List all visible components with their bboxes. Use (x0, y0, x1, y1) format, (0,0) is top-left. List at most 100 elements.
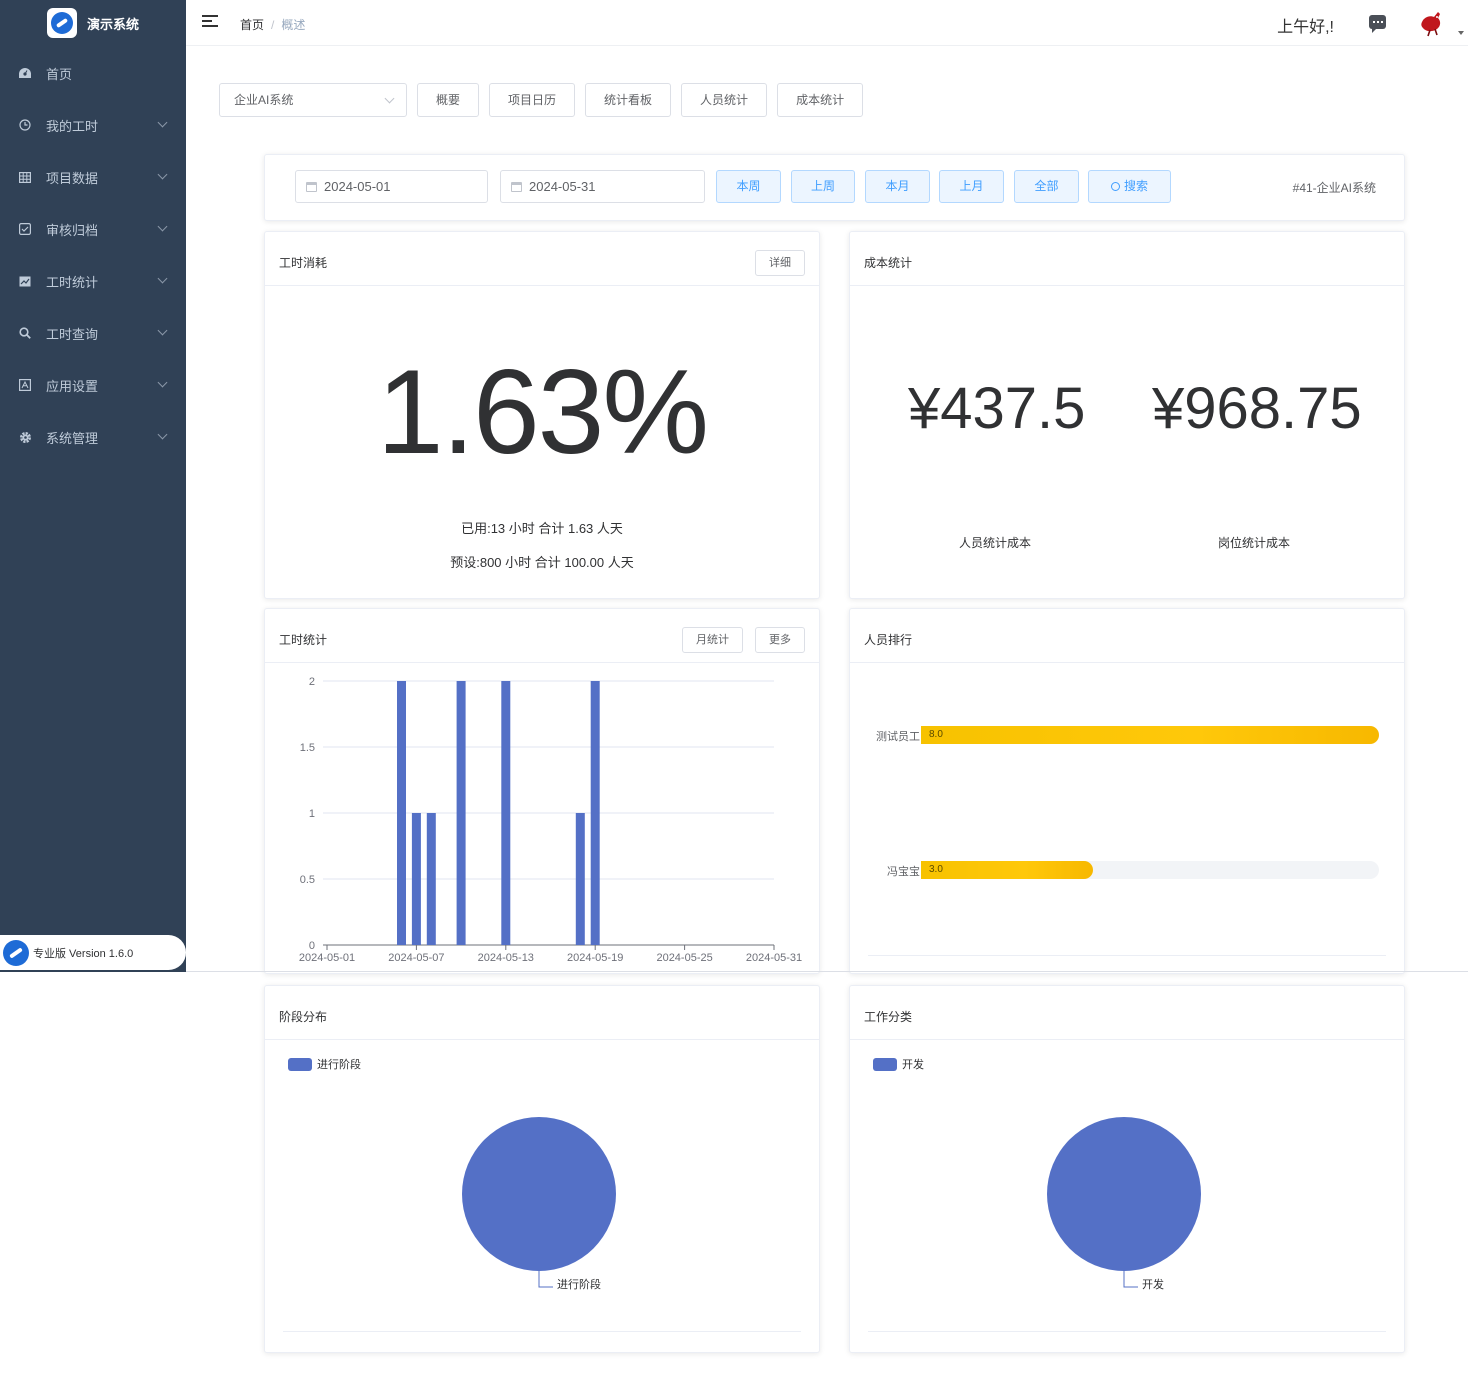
card-header: 人员排行 (850, 609, 1404, 663)
ranking-row: 冯宝宝 3.0 (850, 861, 1404, 879)
table-icon (18, 170, 32, 184)
avatar[interactable] (1416, 8, 1446, 38)
sidebar-item-label: 系统管理 (46, 430, 99, 446)
detail-button[interactable]: 详细 (755, 250, 805, 276)
ranking-row: 测试员工 8.0 (850, 726, 1404, 744)
dashboard-icon (18, 66, 32, 80)
logo-icon (3, 939, 29, 966)
logo-icon (46, 8, 77, 38)
bar (411, 813, 421, 945)
gear-icon (18, 430, 32, 444)
x-tick-label: 2024-05-31 (746, 952, 802, 964)
search-button[interactable]: 搜索 (1088, 170, 1171, 203)
post-cost-value: ¥968.75 (1152, 376, 1362, 441)
caret-down-icon[interactable] (1458, 31, 1464, 35)
sidebar-item-home[interactable]: 首页 (0, 47, 186, 99)
project-select[interactable]: 企业AI系统 (219, 83, 407, 117)
sidebar-item-label: 项目数据 (46, 170, 99, 186)
last-week-button[interactable]: 上周 (791, 170, 855, 203)
card-header: 工作分类 (850, 986, 1404, 1040)
post-cost-label: 岗位统计成本 (1218, 536, 1291, 550)
work-category-card: 工作分类 开发 开发 (849, 985, 1405, 1353)
divider (186, 971, 1468, 972)
chevron-down-icon (157, 377, 168, 388)
planned-hours-text: 预设:800 小时 合计 100.00 人天 (450, 555, 634, 570)
bar (501, 681, 511, 945)
greeting-text: 上午好,! (1277, 19, 1334, 36)
pie-label-line (538, 1271, 553, 1288)
sidebar-item-app-settings[interactable]: 应用设置 (0, 359, 186, 411)
sidebar: 演示系统 首页 我的工时 项目数据 审核归档 工时统计 工时查询 应用设置 系统… (0, 0, 186, 972)
more-button[interactable]: 更多 (755, 627, 805, 653)
bar (397, 681, 406, 945)
person-cost-label: 人员统计成本 (959, 536, 1032, 550)
chart-icon (18, 274, 32, 288)
search-icon (18, 326, 32, 340)
this-month-button[interactable]: 本月 (865, 170, 930, 203)
chevron-down-icon (157, 221, 168, 232)
sidebar-item-label: 应用设置 (46, 378, 99, 394)
start-date-input[interactable]: 2024-05-01 (295, 170, 488, 203)
y-tick-label: 0.5 (300, 874, 315, 886)
search-icon (1110, 182, 1120, 191)
ranking-track: 8.0 (921, 726, 1379, 744)
ranking-value: 3.0 (929, 864, 943, 875)
brand-title: 演示系统 (86, 16, 139, 32)
breadcrumb: 首页 / 概述 (240, 16, 305, 33)
settings-icon (18, 378, 32, 392)
this-week-button[interactable]: 本周 (716, 170, 781, 203)
search-button-label: 搜索 (1123, 179, 1148, 193)
x-tick-label: 2024-05-01 (299, 952, 355, 964)
x-tick-label: 2024-05-07 (388, 952, 444, 964)
divider (868, 1331, 1386, 1332)
sidebar-item-hour-stats[interactable]: 工时统计 (0, 255, 186, 307)
sidebar-item-label: 我的工时 (46, 118, 99, 134)
menu-toggle-icon[interactable] (202, 15, 218, 29)
project-calendar-button[interactable]: 项目日历 (489, 83, 576, 117)
person-cost-value: ¥437.5 (908, 376, 1086, 441)
last-month-button[interactable]: 上月 (939, 170, 1004, 203)
person-stats-button[interactable]: 人员统计 (681, 83, 768, 117)
y-tick-label: 2 (309, 676, 315, 688)
sidebar-item-my-hours[interactable]: 我的工时 (0, 99, 186, 151)
sidebar-item-label: 审核归档 (46, 222, 99, 238)
card-title: 工时统计 (279, 633, 328, 647)
y-tick-label: 0 (309, 940, 315, 952)
calendar-icon (511, 182, 522, 192)
all-button[interactable]: 全部 (1014, 170, 1079, 203)
card-header: 工时统计 月统计 更多 (265, 609, 819, 663)
stats-board-button[interactable]: 统计看板 (585, 83, 672, 117)
divider (283, 1331, 801, 1332)
card-header: 成本统计 (850, 232, 1404, 286)
bar (590, 681, 600, 945)
overview-button[interactable]: 概要 (417, 83, 480, 117)
ranking-name: 测试员工 (876, 731, 920, 743)
chevron-down-icon (157, 273, 168, 284)
chevron-down-icon (157, 325, 168, 336)
sidebar-item-project-data[interactable]: 项目数据 (0, 151, 186, 203)
cost-stats-card: 成本统计 ¥437.5 ¥968.75 人员统计成本 岗位统计成本 (849, 231, 1405, 599)
sidebar-item-review-archive[interactable]: 审核归档 (0, 203, 186, 255)
ranking-name: 冯宝宝 (887, 866, 920, 878)
breadcrumb-home[interactable]: 首页 (240, 18, 264, 32)
cost-stats-button[interactable]: 成本统计 (777, 83, 864, 117)
sidebar-item-hour-query[interactable]: 工时查询 (0, 307, 186, 359)
end-date-value: 2024-05-31 (529, 179, 596, 194)
card-title: 工时消耗 (279, 256, 328, 270)
date-filter-card: 2024-05-01 2024-05-31 本周 上周 本月 上月 全部 搜索 … (264, 154, 1405, 221)
card-header: 阶段分布 (265, 986, 819, 1040)
version-badge: 专业版 Version 1.6.0 (0, 935, 186, 970)
brand[interactable]: 演示系统 (0, 0, 186, 46)
end-date-input[interactable]: 2024-05-31 (500, 170, 705, 203)
pie-slice-label: 开发 (1142, 1279, 1164, 1291)
work-category-pie-chart (1047, 1117, 1201, 1288)
usage-percent: 1.63% (376, 345, 709, 479)
ranking-bar: 8.0 (921, 726, 1379, 744)
chevron-down-icon (157, 429, 168, 440)
card-title: 工作分类 (864, 1010, 913, 1024)
sidebar-item-system[interactable]: 系统管理 (0, 411, 186, 463)
y-tick-label: 1.5 (300, 742, 315, 754)
month-stats-button[interactable]: 月统计 (682, 627, 743, 653)
message-icon[interactable] (1369, 15, 1386, 33)
hours-stats-card: 工时统计 月统计 更多 0 0.5 1 1.5 2 2024-05-01 2024-05-0… (264, 608, 820, 974)
